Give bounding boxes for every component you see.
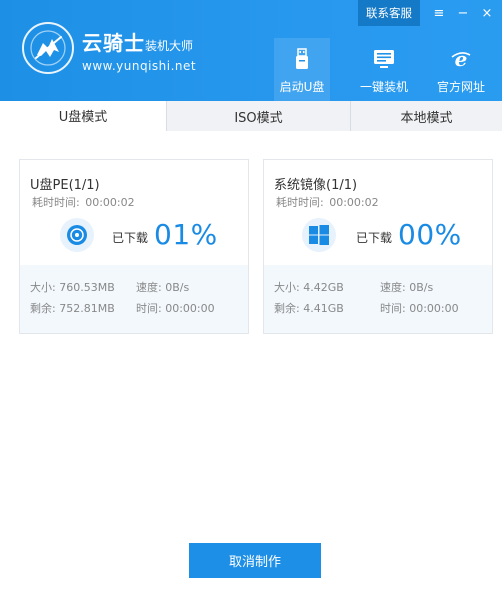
nav-one-click-install[interactable]: 一键装机 [356,38,412,101]
nav-label: 官方网址 [436,80,485,94]
size-label: 大小: [274,281,300,294]
elapsed-value: 00:00:02 [329,196,379,209]
ie-icon: e [450,44,472,74]
close-icon[interactable]: × [476,0,498,26]
stats-row-remain: 剩余: 4.41GB 时间: 00:00:00 [274,300,459,316]
speed-label: 速度: [136,281,162,294]
svg-text:e: e [455,48,468,70]
card-stats: 大小: 760.53MB 速度: 0B/s 剩余: 752.81MB 时间: 0… [20,265,248,333]
stats-row-remain: 剩余: 752.81MB 时间: 00:00:00 [30,300,215,316]
remain-label: 剩余: [30,302,56,315]
stats-row-size: 大小: 760.53MB 速度: 0B/s [30,279,189,295]
card-title: U盘PE(1/1) [30,178,100,193]
knight-logo-icon [22,22,74,74]
download-card-usb-pe: U盘PE(1/1) 耗时时间: 00:00:02 已下载 01% 大小: 760… [19,159,249,334]
remain-value: 4.41GB [303,302,344,315]
windows-icon [302,218,336,252]
tab-local-mode[interactable]: 本地模式 [350,101,502,131]
usb-icon [295,44,309,74]
nav-boot-usb[interactable]: 启动U盘 [274,38,330,101]
downloaded-label: 已下载 [356,231,393,245]
downloaded-label: 已下载 [112,231,149,245]
download-percent: 01% [154,218,218,251]
time-value: 00:00:00 [165,302,215,315]
nav-label: 启动U盘 [279,80,325,94]
size-value: 4.42GB [303,281,344,294]
brand: 云骑士装机大师 www.yunqishi.net [82,32,196,73]
time-stat: 时间: 00:00:00 [136,300,215,316]
download-percent: 00% [398,218,462,251]
menu-icon[interactable]: ≡ [428,0,450,26]
speed-value: 0B/s [409,281,434,294]
tab-iso-mode[interactable]: ISO模式 [166,101,350,131]
time-label: 时间: [136,302,162,315]
speed-value: 0B/s [165,281,190,294]
time-stat: 时间: 00:00:00 [380,300,459,316]
mode-tabs: U盘模式 ISO模式 本地模式 [0,101,502,131]
card-title: 系统镜像(1/1) [274,178,358,193]
size-value: 760.53MB [59,281,115,294]
brand-suffix: 装机大师 [145,39,194,53]
nav-label: 一键装机 [359,80,408,94]
tab-usb-mode[interactable]: U盘模式 [0,101,166,131]
download-card-system-image: 系统镜像(1/1) 耗时时间: 00:00:02 已下载 00% 大小: 4.4… [263,159,493,334]
elapsed-value: 00:00:02 [85,196,135,209]
elapsed-time: 耗时时间: 00:00:02 [30,194,135,210]
elapsed-label: 耗时时间: [276,196,324,209]
elapsed-label: 耗时时间: [32,196,80,209]
size-label: 大小: [30,281,56,294]
brand-name: 云骑士装机大师 [82,31,194,55]
disc-icon [60,218,94,252]
nav-official-site[interactable]: e 官方网址 [433,38,489,101]
time-value: 00:00:00 [409,302,459,315]
contact-support-button[interactable]: 联系客服 [358,0,420,26]
app-header: 云骑士装机大师 www.yunqishi.net 联系客服 ≡ − × 启动U盘… [0,0,502,101]
speed-label: 速度: [380,281,406,294]
monitor-icon [373,44,395,74]
remain-value: 752.81MB [59,302,115,315]
stats-row-size: 大小: 4.42GB 速度: 0B/s [274,279,433,295]
time-label: 时间: [380,302,406,315]
brand-url: www.yunqishi.net [82,59,197,73]
minimize-icon[interactable]: − [452,0,474,26]
speed-stat: 速度: 0B/s [380,279,433,295]
cancel-creation-button[interactable]: 取消制作 [189,543,321,578]
remain-label: 剩余: [274,302,300,315]
elapsed-time: 耗时时间: 00:00:02 [274,194,379,210]
speed-stat: 速度: 0B/s [136,279,189,295]
card-stats: 大小: 4.42GB 速度: 0B/s 剩余: 4.41GB 时间: 00:00… [264,265,492,333]
